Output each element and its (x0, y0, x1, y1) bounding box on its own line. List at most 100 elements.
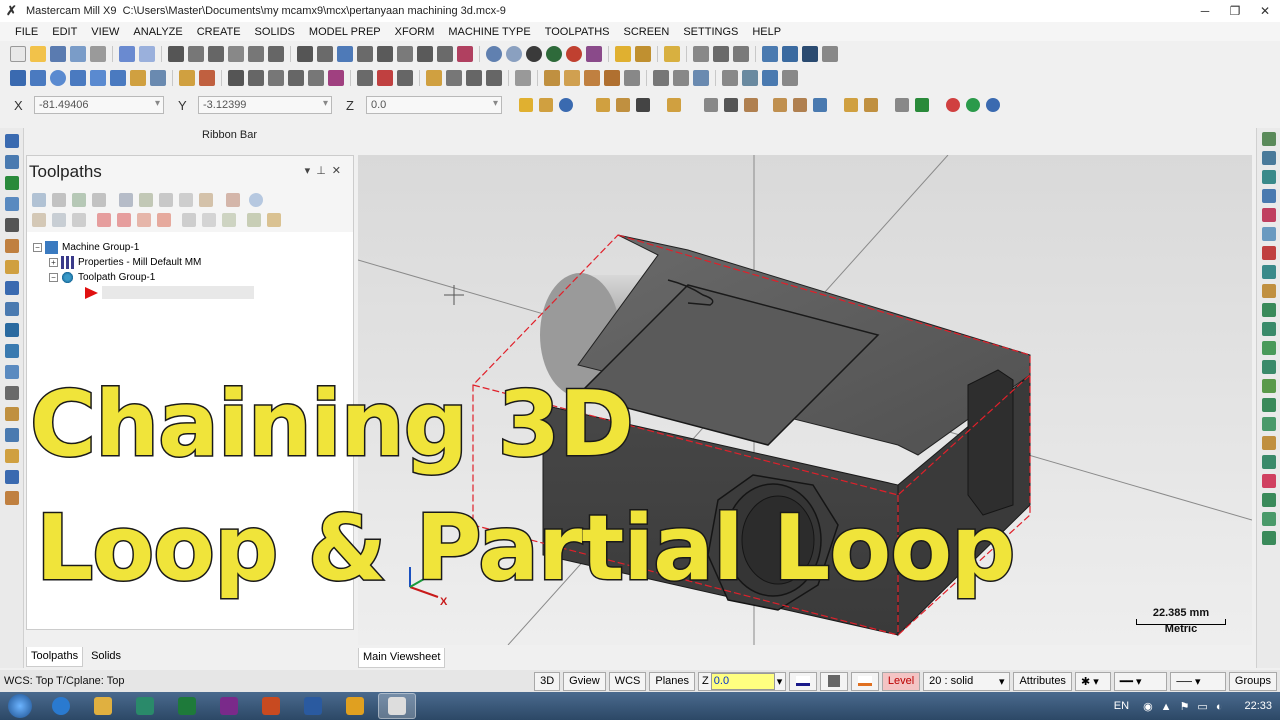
start-button[interactable] (0, 692, 40, 720)
push-pull-icon[interactable] (742, 70, 758, 86)
hatch-icon[interactable] (515, 70, 531, 86)
point-style-select[interactable]: ✱ ▾ (1074, 671, 1111, 691)
right-tool-3-icon[interactable] (1262, 170, 1276, 184)
tree-node-insert-arrow[interactable] (33, 285, 353, 300)
tree-node-properties[interactable]: + Properties - Mill Default MM (33, 255, 353, 270)
stretch-icon[interactable] (397, 70, 413, 86)
cylinder-icon[interactable] (130, 70, 146, 86)
horizontal-dim-icon[interactable] (466, 70, 482, 86)
left-tool-11-icon[interactable] (5, 344, 19, 358)
solid-revolve-icon[interactable] (564, 70, 580, 86)
verify-icon[interactable] (636, 98, 650, 112)
dimension-icon[interactable] (426, 70, 442, 86)
measure-icon[interactable] (713, 46, 729, 62)
solid-fillet-icon[interactable] (584, 70, 600, 86)
stock-icon[interactable] (782, 70, 798, 86)
regenerate-dirty-icon[interactable] (92, 193, 106, 207)
confirm-icon[interactable] (915, 98, 929, 112)
insert-arrow-icon[interactable] (137, 213, 151, 227)
wcs-button[interactable]: WCS (608, 671, 647, 691)
menu-machine-type[interactable]: MACHINE TYPE (441, 26, 537, 38)
shaded-solid-icon[interactable] (546, 46, 562, 62)
shaded-icon[interactable] (506, 46, 522, 62)
rotate-icon[interactable] (297, 46, 313, 62)
z-dropdown-icon[interactable]: ▾ (777, 675, 783, 688)
left-tool-10-icon[interactable] (5, 323, 19, 337)
solid-extrude-icon[interactable] (544, 70, 560, 86)
left-tool-1-icon[interactable] (5, 134, 19, 148)
right-tool-7-icon[interactable] (1262, 246, 1276, 260)
view-7-icon[interactable] (457, 46, 473, 62)
quick-mask-icon[interactable] (667, 98, 681, 112)
right-tool-22-icon[interactable] (1262, 531, 1276, 545)
tray-icons[interactable]: ◉▲⚑▭◐ (1143, 700, 1230, 713)
select-face-icon[interactable] (773, 98, 787, 112)
tree-node-toolpath-group[interactable]: − Toolpath Group-1 (33, 270, 353, 285)
right-tool-8-icon[interactable] (1262, 265, 1276, 279)
autocursor-icon[interactable] (519, 98, 533, 112)
menu-solids[interactable]: SOLIDS (248, 26, 302, 38)
unzoom-icon[interactable] (268, 46, 284, 62)
menu-analyze[interactable]: ANALYZE (126, 26, 189, 38)
settings-gear-icon[interactable] (762, 46, 778, 62)
save-icon[interactable] (50, 46, 66, 62)
post-icon[interactable] (199, 193, 213, 207)
surface-icon[interactable] (150, 70, 166, 86)
right-tool-10-icon[interactable] (1262, 303, 1276, 317)
translate-icon[interactable] (248, 70, 264, 86)
show-all-icon[interactable] (202, 213, 216, 227)
right-tool-17-icon[interactable] (1262, 436, 1276, 450)
g1-icon[interactable] (179, 193, 193, 207)
expand-icon[interactable] (222, 213, 236, 227)
scroll-arrow-icon[interactable] (157, 213, 171, 227)
solid-shell-icon[interactable] (624, 70, 640, 86)
taskbar-word[interactable] (294, 693, 332, 719)
tree-node-machine-group[interactable]: − Machine Group-1 (33, 240, 353, 255)
xform-icon[interactable] (228, 70, 244, 86)
rectangle-icon[interactable] (70, 70, 86, 86)
select-loop-icon[interactable] (844, 98, 858, 112)
taskbar-recorder[interactable] (336, 693, 374, 719)
menu-edit[interactable]: EDIT (45, 26, 84, 38)
right-tool-16-icon[interactable] (1262, 417, 1276, 431)
right-tool-13-icon[interactable] (1262, 360, 1276, 374)
redo-icon[interactable] (139, 46, 155, 62)
line-style-select[interactable]: ━━ ▾ (1113, 671, 1168, 691)
menu-screen[interactable]: SCREEN (616, 26, 676, 38)
open-file-icon[interactable] (30, 46, 46, 62)
break-icon[interactable] (199, 70, 215, 86)
menu-model-prep[interactable]: MODEL PREP (302, 26, 388, 38)
verify-ops-icon[interactable] (139, 193, 153, 207)
right-view-icon[interactable] (357, 46, 373, 62)
grid-icon[interactable] (377, 70, 393, 86)
fit-screen-icon[interactable] (168, 46, 184, 62)
repaint-icon[interactable] (188, 46, 204, 62)
arc-icon[interactable] (90, 70, 106, 86)
point-icon[interactable] (10, 70, 26, 86)
help-circle-icon[interactable] (559, 98, 573, 112)
3d-button[interactable]: 3D (534, 671, 561, 691)
right-tool-9-icon[interactable] (1262, 284, 1276, 298)
groups-button[interactable]: Groups (1228, 671, 1277, 691)
taskbar-media[interactable] (126, 693, 164, 719)
left-tool-12-icon[interactable] (5, 365, 19, 379)
pin-icon[interactable]: ⊥ (316, 165, 332, 177)
zoom-target-icon[interactable] (228, 46, 244, 62)
left-tool-2-icon[interactable] (5, 155, 19, 169)
menu-create[interactable]: CREATE (190, 26, 248, 38)
taskbar-explorer[interactable] (84, 693, 122, 719)
select-icon[interactable] (596, 98, 610, 112)
line-width-select[interactable]: ── ▾ (1170, 671, 1226, 691)
select-all-icon[interactable] (616, 98, 630, 112)
trim-icon[interactable] (179, 70, 195, 86)
move-up-icon[interactable] (117, 213, 131, 227)
translucency-icon[interactable] (566, 46, 582, 62)
right-tool-2-icon[interactable] (1262, 151, 1276, 165)
right-tool-12-icon[interactable] (1262, 341, 1276, 355)
wireframe-icon[interactable] (486, 46, 502, 62)
save-as-icon[interactable] (70, 46, 86, 62)
attributes-button[interactable]: Attributes (1013, 671, 1072, 691)
menu-xform[interactable]: XFORM (388, 26, 442, 38)
right-tool-21-icon[interactable] (1262, 512, 1276, 526)
mirror-icon[interactable] (288, 70, 304, 86)
